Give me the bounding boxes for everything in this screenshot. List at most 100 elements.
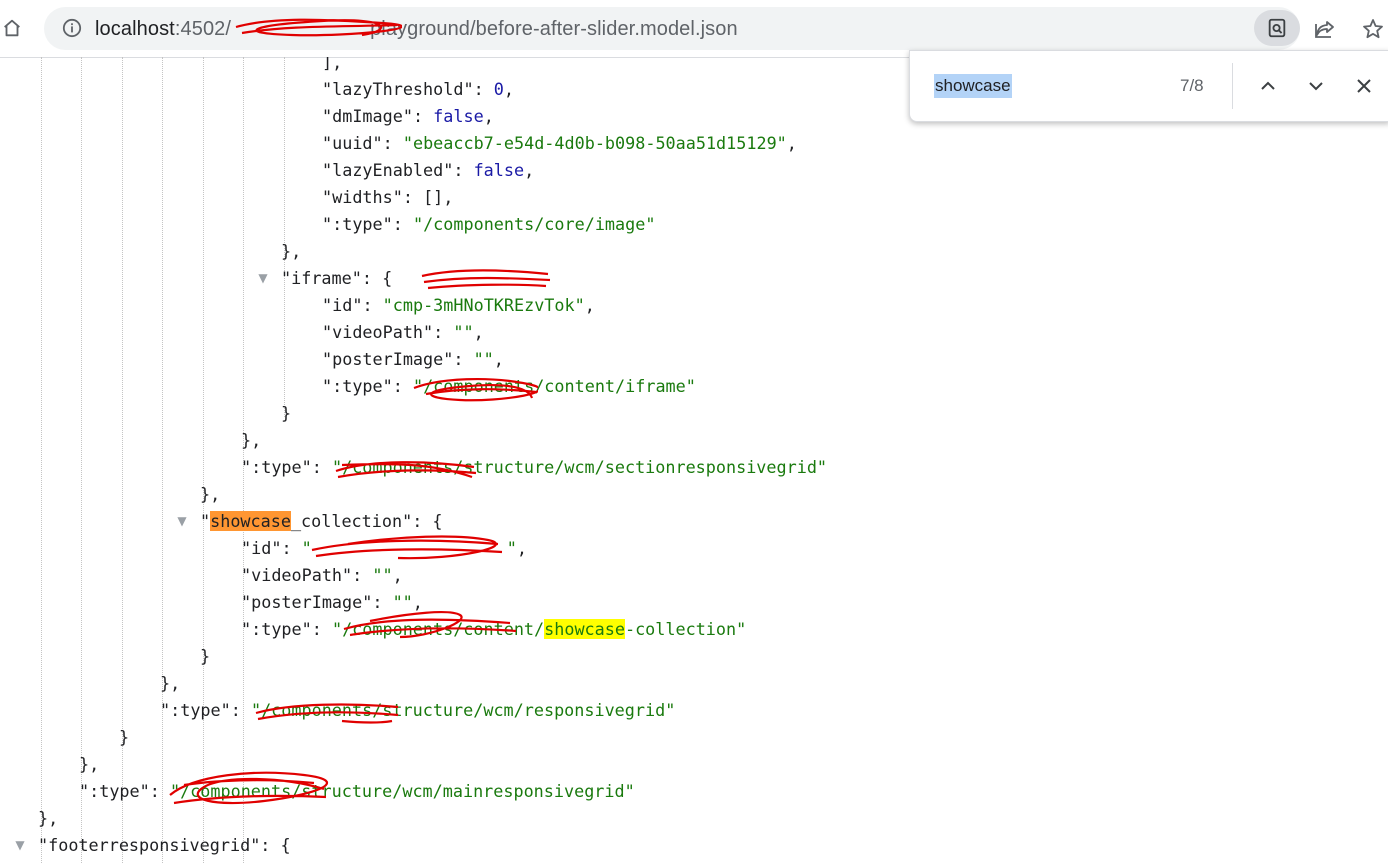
json-value: 0 [493, 79, 504, 99]
json-line: ":type": "/components/content/iframe" [322, 376, 696, 396]
json-punct: , [584, 295, 595, 315]
json-key: dmImage [332, 106, 403, 126]
json-line: "posterImage": "", [322, 349, 504, 369]
json-line: "showcase_collection": { [200, 511, 443, 531]
json-punct: , [493, 349, 504, 369]
json-value: "/components/core/image" [412, 214, 656, 234]
find-match-active: showcase [210, 511, 291, 531]
json-key: posterImage [332, 349, 444, 369]
search-page-icon [1268, 18, 1286, 38]
chevron-up-icon [1261, 81, 1275, 90]
json-punct: , [524, 160, 535, 180]
json-line: }, [281, 238, 301, 265]
json-punct: } [200, 646, 211, 666]
json-punct: }, [200, 484, 221, 504]
json-line: }, [160, 670, 180, 697]
url-host: localhost [95, 18, 175, 40]
page-zoom-button[interactable] [1254, 10, 1300, 46]
json-key: lazyEnabled [332, 160, 444, 180]
find-next-button[interactable] [1302, 72, 1330, 100]
json-punct: { [280, 835, 291, 855]
find-divider [1232, 63, 1233, 109]
json-value: false [473, 160, 525, 180]
json-key: videoPath [332, 322, 424, 342]
json-line: } [281, 400, 291, 427]
json-line: }, [79, 751, 99, 778]
indent-guide [41, 57, 42, 863]
json-key: :type [332, 376, 383, 396]
find-close-button[interactable] [1350, 72, 1378, 100]
home-button[interactable] [0, 14, 24, 42]
json-punct: , [412, 592, 423, 612]
json-punct: { [382, 268, 393, 288]
json-line: "id": "cmp-3mHNoTKREzvTok", [322, 295, 595, 315]
json-value: [] [423, 187, 444, 207]
json-line: "lazyThreshold": 0, [322, 79, 514, 99]
json-punct: { [432, 511, 443, 531]
json-punct: , [443, 187, 454, 207]
json-value: "" [473, 349, 494, 369]
json-line: "dmImage": false, [322, 106, 494, 126]
json-line: "videoPath": "", [241, 565, 403, 585]
redaction-scribble [421, 269, 551, 290]
find-previous-button[interactable] [1254, 72, 1282, 100]
json-line: ], [322, 57, 342, 76]
collapse-toggle-showcase-collection[interactable]: ▼ [175, 508, 189, 535]
json-line: "id": " ", [241, 538, 527, 558]
json-line: }, [200, 481, 220, 508]
find-match-count: 7/8 [1180, 76, 1204, 95]
json-line: ":type": "/components/structure/wcm/main… [79, 781, 635, 801]
url-port: :4502/ [174, 18, 232, 40]
json-line: ":type": "/components/structure/wcm/sect… [241, 457, 828, 477]
json-value: "/components/content/ [331, 619, 545, 639]
find-bar: showcase 7/8 [909, 50, 1388, 122]
info-icon[interactable] [62, 18, 82, 38]
json-punct: } [119, 727, 130, 747]
json-key: id [251, 538, 272, 558]
address-bar[interactable]: localhost:4502/playground/before-after-s… [44, 7, 1300, 50]
json-punct: } [281, 403, 292, 423]
json-line: ":type": "/components/content/showcase-c… [241, 619, 747, 639]
json-key: id [332, 295, 353, 315]
json-value: "" [453, 322, 474, 342]
json-line: "footerresponsivegrid": { [38, 835, 291, 855]
json-punct: ], [322, 57, 343, 72]
json-line: }, [241, 427, 261, 454]
json-key: widths [332, 187, 393, 207]
json-punct: , [392, 565, 403, 585]
indent-guide [284, 57, 285, 417]
json-viewer: ], "lazyThreshold": 0, "dmImage": false,… [0, 57, 1388, 863]
bookmark-button[interactable] [1358, 14, 1388, 44]
json-punct: , [786, 133, 797, 153]
json-value: "" [372, 565, 393, 585]
json-punct: }, [281, 241, 302, 261]
json-value: "" [392, 592, 413, 612]
json-punct: , [473, 322, 484, 342]
collapse-toggle-footerresponsivegrid[interactable]: ▼ [13, 832, 27, 859]
json-line: "posterImage": "", [241, 592, 423, 612]
json-line: }, [38, 805, 58, 832]
collapse-toggle-iframe[interactable]: ▼ [256, 265, 270, 292]
json-key: lazyThreshold [332, 79, 464, 99]
json-key: iframe [291, 268, 352, 288]
json-line: "iframe": { [281, 268, 393, 288]
share-button[interactable] [1310, 14, 1340, 44]
url-path: playground/before-after-slider.model.jso… [370, 18, 738, 40]
json-line: } [119, 724, 129, 751]
json-punct: , [483, 106, 494, 126]
json-key: _collection [290, 511, 403, 531]
json-value: "/components/content/iframe" [412, 376, 696, 396]
json-value: false [433, 106, 484, 126]
json-line: } [200, 643, 210, 670]
json-punct: }, [79, 754, 100, 774]
json-punct: }, [241, 430, 262, 450]
find-input[interactable]: showcase [934, 74, 1012, 98]
json-value: "/components/structure/wcm/responsivegri… [250, 700, 676, 720]
url-text[interactable]: localhost:4502/playground/before-after-s… [95, 18, 738, 41]
json-line: "widths": [], [322, 187, 454, 207]
json-value: "" [301, 538, 517, 558]
json-punct: , [503, 79, 514, 99]
star-icon [1363, 19, 1383, 39]
json-line: "videoPath": "", [322, 322, 484, 342]
json-line: "lazyEnabled": false, [322, 160, 535, 180]
